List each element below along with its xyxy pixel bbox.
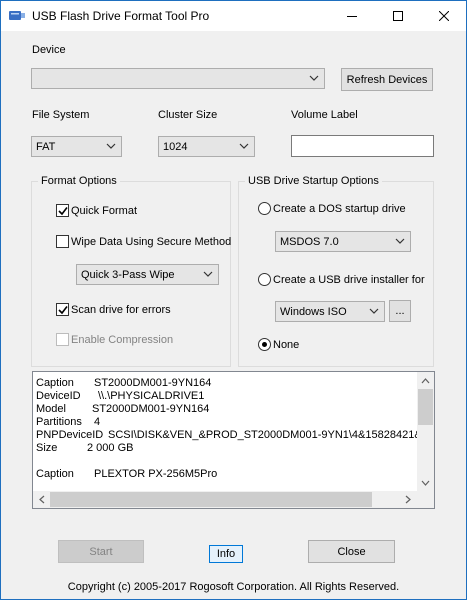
vertical-scrollbar[interactable]: [417, 372, 434, 492]
chevron-down-icon: [203, 271, 213, 277]
quick-format-label[interactable]: Quick Format: [71, 205, 137, 217]
maximize-button[interactable]: [375, 1, 421, 30]
info-value: ST2000DM001-9YN164: [92, 403, 210, 415]
enable-compression-checkbox: [56, 333, 69, 346]
startup-options-title: USB Drive Startup Options: [245, 175, 382, 187]
info-value: 4: [94, 416, 101, 428]
installer-source-select[interactable]: Windows ISO: [275, 301, 385, 322]
volume-label-label: Volume Label: [291, 109, 358, 121]
title-bar[interactable]: USB Flash Drive Format Tool Pro: [1, 1, 466, 31]
file-system-select[interactable]: FAT: [31, 136, 122, 157]
info-value: ST2000DM001-9YN164: [94, 377, 212, 389]
dos-startup-label[interactable]: Create a DOS startup drive: [273, 203, 406, 215]
info-key: Partitions: [36, 416, 82, 428]
app-window: USB Flash Drive Format Tool Pro Device R…: [0, 0, 467, 600]
info-value: \\.\PHYSICALDRIVE1: [98, 390, 205, 402]
checkmark-icon: [58, 306, 68, 315]
file-system-value: FAT: [36, 141, 56, 153]
info-button[interactable]: Info: [209, 545, 243, 563]
refresh-devices-button[interactable]: Refresh Devices: [341, 68, 433, 91]
installer-label[interactable]: Create a USB drive installer for: [273, 274, 425, 286]
drive-info-textbox[interactable]: Caption ST2000DM001-9YN164 DeviceID \\.\…: [32, 371, 435, 509]
dos-version-select[interactable]: MSDOS 7.0: [275, 231, 411, 252]
browse-button[interactable]: ...: [389, 300, 411, 322]
radio-dot: [262, 342, 267, 347]
info-value: SCSI\DISK&VEN_&PROD_ST2000DM001-9YN1\4&1…: [108, 429, 435, 441]
enable-compression-label: Enable Compression: [71, 334, 174, 346]
start-button[interactable]: Start: [58, 540, 144, 563]
cluster-size-label: Cluster Size: [158, 109, 218, 121]
scroll-down-icon: [421, 480, 430, 486]
vertical-scroll-thumb[interactable]: [418, 389, 433, 425]
horizontal-scrollbar[interactable]: [33, 491, 417, 508]
cluster-size-value: 1024: [163, 141, 188, 153]
maximize-icon: [393, 10, 403, 21]
usb-drive-icon: [9, 11, 25, 20]
horizontal-scroll-thumb[interactable]: [50, 492, 372, 507]
format-options-title: Format Options: [38, 175, 120, 187]
quick-format-checkbox[interactable]: [56, 204, 69, 217]
scroll-left-icon: [39, 495, 45, 504]
minimize-button[interactable]: [329, 1, 375, 30]
scrollbar-corner: [417, 491, 434, 508]
scan-errors-label[interactable]: Scan drive for errors: [71, 304, 171, 316]
checkmark-icon: [58, 207, 68, 216]
file-system-label: File System: [32, 109, 90, 121]
chevron-down-icon: [239, 143, 249, 149]
chevron-down-icon: [369, 308, 379, 314]
installer-source-value: Windows ISO: [280, 306, 347, 318]
dos-startup-radio[interactable]: [258, 202, 271, 215]
wipe-data-label[interactable]: Wipe Data Using Secure Method: [71, 236, 231, 248]
copyright-text: Copyright (c) 2005-2017 Rogosoft Corpora…: [67, 581, 400, 593]
cluster-size-select[interactable]: 1024: [158, 136, 255, 157]
wipe-method-select[interactable]: Quick 3-Pass Wipe: [76, 264, 219, 285]
wipe-data-checkbox[interactable]: [56, 235, 69, 248]
close-window-button[interactable]: [421, 1, 466, 30]
info-key: Caption: [36, 377, 74, 389]
minimize-icon: [347, 15, 357, 17]
device-label: Device: [32, 44, 66, 56]
close-button[interactable]: Close: [308, 540, 395, 563]
none-label[interactable]: None: [273, 339, 299, 351]
close-icon: [439, 10, 449, 21]
info-value: 2 000 GB: [87, 442, 134, 454]
chevron-down-icon: [106, 143, 116, 149]
volume-label-input[interactable]: [291, 135, 434, 157]
scan-errors-checkbox[interactable]: [56, 303, 69, 316]
chevron-down-icon: [309, 75, 319, 81]
window-title: USB Flash Drive Format Tool Pro: [32, 9, 210, 23]
none-radio[interactable]: [258, 338, 271, 351]
info-key: DeviceID: [36, 390, 81, 402]
info-key: Model: [36, 403, 66, 415]
wipe-method-value: Quick 3-Pass Wipe: [81, 269, 175, 281]
scroll-right-icon: [405, 495, 411, 504]
info-key: Size: [36, 442, 58, 454]
info-key: Caption: [36, 468, 74, 480]
chevron-down-icon: [395, 238, 405, 244]
scroll-up-icon: [421, 378, 430, 384]
device-select[interactable]: [31, 68, 325, 89]
dos-version-value: MSDOS 7.0: [280, 236, 339, 248]
info-value: PLEXTOR PX-256M5Pro: [94, 468, 218, 480]
info-key: PNPDeviceID: [36, 429, 104, 441]
installer-radio[interactable]: [258, 273, 271, 286]
